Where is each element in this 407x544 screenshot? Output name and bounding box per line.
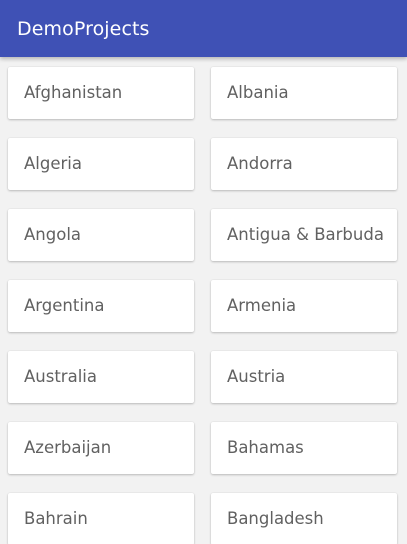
- country-name: Bahamas: [227, 438, 304, 457]
- country-card[interactable]: Antigua & Barbuda: [211, 209, 397, 261]
- country-card[interactable]: Bahrain: [8, 493, 194, 544]
- country-name: Austria: [227, 367, 286, 386]
- country-card[interactable]: Austria: [211, 351, 397, 403]
- country-name: Algeria: [24, 154, 82, 173]
- app-title: DemoProjects: [17, 18, 150, 40]
- country-name: Bahrain: [24, 509, 88, 528]
- country-card[interactable]: Algeria: [8, 138, 194, 190]
- country-name: Argentina: [24, 296, 105, 315]
- country-card[interactable]: Azerbaijan: [8, 422, 194, 474]
- country-card[interactable]: Argentina: [8, 280, 194, 332]
- country-name: Armenia: [227, 296, 297, 315]
- country-name: Australia: [24, 367, 97, 386]
- app-bar: DemoProjects: [0, 0, 407, 57]
- country-name: Bangladesh: [227, 509, 324, 528]
- country-card[interactable]: Afghanistan: [8, 67, 194, 119]
- country-card[interactable]: Armenia: [211, 280, 397, 332]
- country-card[interactable]: Bangladesh: [211, 493, 397, 544]
- country-card[interactable]: Angola: [8, 209, 194, 261]
- country-name: Afghanistan: [24, 83, 123, 102]
- country-card[interactable]: Bahamas: [211, 422, 397, 474]
- country-grid[interactable]: Afghanistan Albania Algeria Andorra Ango…: [0, 57, 407, 544]
- country-name: Azerbaijan: [24, 438, 112, 457]
- country-card[interactable]: Albania: [211, 67, 397, 119]
- country-name: Antigua & Barbuda: [227, 225, 384, 244]
- country-name: Albania: [227, 83, 289, 102]
- country-card[interactable]: Andorra: [211, 138, 397, 190]
- country-name: Andorra: [227, 154, 293, 173]
- country-name: Angola: [24, 225, 82, 244]
- country-card[interactable]: Australia: [8, 351, 194, 403]
